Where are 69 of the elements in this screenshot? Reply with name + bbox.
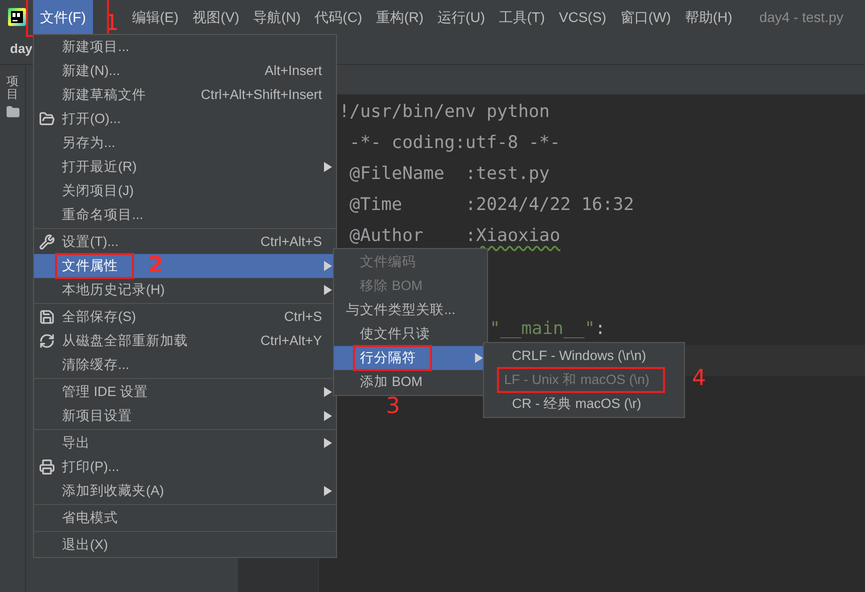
window-title: day4 - test.py	[759, 8, 844, 27]
menu-item[interactable]: 省电模式	[34, 506, 336, 530]
save-icon	[39, 309, 55, 325]
code-line: @Time :2024/4/22 16:32	[348, 194, 634, 218]
submenu-arrow-icon	[324, 162, 332, 172]
menu-item[interactable]: 添加 BOM	[334, 370, 487, 394]
menu-item[interactable]: 退出(X)	[34, 533, 336, 557]
submenu-arrow-icon	[324, 261, 332, 271]
menu-item[interactable]: 从磁盘全部重新加载 Ctrl+Alt+Y	[34, 329, 336, 353]
shortcut-text: Alt+Insert	[264, 62, 322, 78]
breadcrumb[interactable]: day	[10, 39, 32, 59]
menu-item[interactable]: 新建(N)... Alt+Insert	[34, 59, 336, 83]
submenu-arrow-icon	[324, 285, 332, 295]
menu-item[interactable]: 新项目设置	[34, 404, 336, 428]
submenu-arrow-icon	[324, 387, 332, 397]
menu-bar-item[interactable]: 文件(F)	[33, 0, 93, 34]
menu-bar-item[interactable]: 重构(R)	[369, 0, 431, 34]
menu-bar-item[interactable]: 运行(U)	[430, 0, 492, 34]
shortcut-text: Ctrl+S	[284, 308, 322, 324]
menu-item[interactable]: CR - 经典 macOS (\r)	[484, 392, 684, 416]
menu-item[interactable]: 导出	[34, 431, 336, 455]
reload-icon	[39, 333, 55, 349]
submenu-arrow-icon	[324, 486, 332, 496]
menu-item[interactable]: 重命名项目...	[34, 203, 336, 227]
menu-item[interactable]: 使文件只读	[334, 322, 487, 346]
menu-bar-item[interactable]: 代码(C)	[308, 0, 370, 34]
printer-icon	[39, 459, 55, 475]
menu-item[interactable]: 设置(T)... Ctrl+Alt+S	[34, 230, 336, 254]
menu-item[interactable]: 全部保存(S) Ctrl+S	[34, 305, 336, 329]
menu-item[interactable]: 管理 IDE 设置	[34, 380, 336, 404]
menu-bar-item[interactable]: 编辑(E)	[124, 0, 186, 34]
menu-item[interactable]: 打开(O)...	[34, 107, 336, 131]
shortcut-text: Ctrl+Alt+S	[260, 234, 322, 249]
project-tab[interactable]: 项目	[6, 75, 18, 102]
menu-bar-item[interactable]: 工具(T)	[492, 0, 552, 34]
menu-item[interactable]: 清除缓存...	[34, 353, 336, 377]
wrench-icon	[39, 234, 55, 250]
code-line: @Author :Xiaoxiao	[348, 225, 560, 248]
menu-bar-item[interactable]: 帮助(H)	[678, 0, 740, 34]
submenu-arrow-icon	[324, 438, 332, 448]
shortcut-text: Ctrl+Alt+Y	[260, 332, 322, 348]
menu-item[interactable]: 另存为...	[34, 131, 336, 155]
shortcut-text: Ctrl+Alt+Shift+Insert	[200, 86, 322, 102]
folder-icon	[6, 105, 20, 120]
annotation-number: 3	[386, 396, 400, 418]
menu-item[interactable]: 关闭项目(J)	[34, 179, 336, 203]
code-line: -*- coding:utf-8 -*-	[348, 132, 560, 156]
menu-item[interactable]: 打印(P)...	[34, 455, 336, 479]
annotation-number: 4	[692, 368, 706, 390]
menu-item[interactable]: 添加到收藏夹(A)	[34, 479, 336, 503]
menu-bar-item[interactable]: VCS(S)	[552, 0, 614, 34]
submenu-arrow-icon	[475, 353, 483, 363]
annotation-number: 2	[148, 255, 164, 277]
menu-item[interactable]: 文件属性 2	[34, 254, 336, 278]
menu-bar-item[interactable]: 导航(N)	[246, 0, 308, 34]
menu-bar-item[interactable]: 视图(V)	[186, 0, 246, 34]
code-line: !/usr/bin/env python	[339, 101, 550, 124]
menu-item[interactable]: 本地历史记录(H)	[34, 278, 336, 302]
menu-item[interactable]: 与文件类型关联...	[334, 298, 487, 322]
menu-item[interactable]: 新建草稿文件 Ctrl+Alt+Shift+Insert	[34, 83, 336, 107]
submenu-arrow-icon	[324, 411, 332, 421]
menu-item[interactable]: 新建项目...	[34, 35, 336, 59]
folder-icon	[39, 111, 55, 127]
menu-item[interactable]: CRLF - Windows (\r\n)	[484, 344, 684, 368]
code-line: "__main__":	[490, 318, 606, 342]
menu-item[interactable]: 打开最近(R)	[34, 155, 336, 179]
app-logo-icon	[8, 8, 26, 26]
code-line: @FileName :test.py	[348, 163, 550, 186]
menu-bar-item[interactable]: 窗口(W)	[613, 0, 678, 34]
